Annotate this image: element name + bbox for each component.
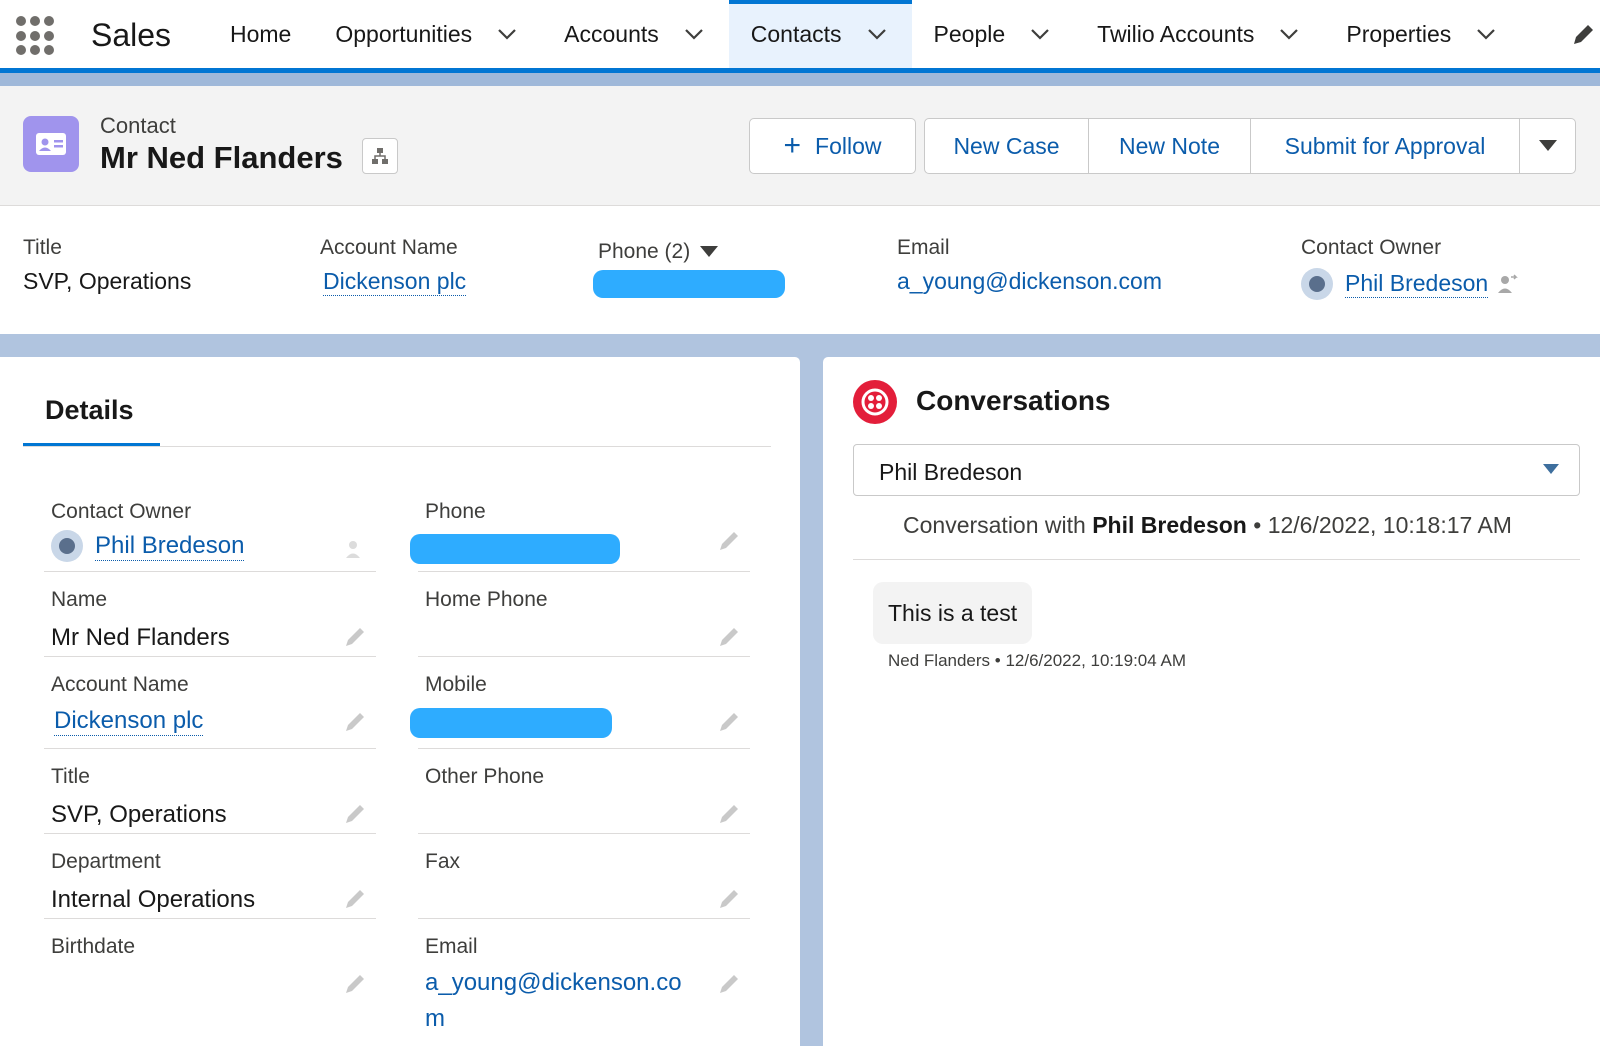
field-department: Department Internal Operations — [44, 834, 376, 919]
field-title: Title SVP, Operations — [44, 749, 376, 834]
app-name: Sales — [91, 17, 172, 53]
chevron-down-icon[interactable] — [1473, 21, 1499, 47]
chevron-down-icon[interactable] — [864, 21, 890, 47]
conversation-divider — [853, 559, 1580, 560]
hierarchy-icon — [372, 148, 388, 164]
more-actions-button[interactable] — [1519, 118, 1576, 174]
field-name: Name Mr Ned Flanders — [44, 572, 376, 657]
edit-pencil-icon[interactable] — [342, 971, 368, 997]
field-account-name: Account Name Dickenson plc — [44, 657, 376, 749]
redacted-phone — [593, 270, 785, 298]
follow-button[interactable]: + Follow — [749, 118, 916, 174]
chevron-down-icon[interactable] — [494, 21, 520, 47]
highlight-owner: Contact Owner Phil Bredeson — [1301, 236, 1519, 300]
nav-underline-band — [0, 68, 1600, 86]
submit-for-approval-button[interactable]: Submit for Approval — [1250, 118, 1520, 174]
app-launcher-icon[interactable] — [16, 16, 56, 56]
account-link[interactable]: Dickenson plc — [54, 707, 204, 736]
record-header: Contact Mr Ned Flanders + Follow New Cas… — [0, 86, 1600, 206]
chevron-down-icon[interactable] — [681, 21, 707, 47]
owner-link[interactable]: Phil Bredeson — [1345, 270, 1489, 298]
edit-pencil-icon[interactable] — [716, 971, 742, 997]
edit-pencil-icon[interactable] — [716, 709, 742, 735]
caret-down-icon — [700, 246, 719, 257]
conversation-meta: Conversation with Phil Bredeson • 12/6/2… — [903, 512, 1512, 538]
field-email: Email a_young@dickenson.co m — [418, 919, 750, 1046]
redacted-phone — [410, 534, 620, 564]
contact-card-icon — [23, 116, 79, 172]
chevron-down-icon[interactable] — [1276, 21, 1302, 47]
chevron-down-icon[interactable] — [1027, 21, 1053, 47]
change-owner-icon — [1498, 274, 1519, 293]
field-other-phone: Other Phone — [418, 749, 750, 834]
edit-pencil-icon[interactable] — [716, 801, 742, 827]
nav-item-twilio-accounts[interactable]: Twilio Accounts — [1075, 0, 1324, 68]
edit-pencil-icon[interactable] — [342, 709, 368, 735]
record-actions: + Follow New Case New Note Submit for Ap… — [749, 118, 1576, 174]
tab-divider — [23, 446, 771, 447]
details-card: Details Contact Owner Phil Bredeson Name… — [0, 357, 800, 1046]
tab-details[interactable]: Details — [23, 395, 160, 447]
nav-item-properties[interactable]: Properties — [1324, 0, 1521, 68]
email-link[interactable]: a_young@dickenson.co m — [425, 969, 682, 1033]
hierarchy-button[interactable] — [362, 138, 398, 174]
edit-pencil-icon[interactable] — [342, 624, 368, 650]
nav-item-opportunities[interactable]: Opportunities — [313, 0, 542, 68]
edit-pencil-icon[interactable] — [342, 886, 368, 912]
nav-item-contacts[interactable]: Contacts — [728, 0, 912, 68]
nav-item-accounts[interactable]: Accounts — [542, 0, 729, 68]
field-home-phone: Home Phone — [418, 572, 750, 657]
avatar — [1301, 268, 1333, 300]
email-link[interactable]: a_young@dickenson.com — [897, 268, 1162, 295]
conversation-user-select[interactable]: Phil Bredeson — [853, 444, 1580, 496]
caret-down-icon — [1538, 140, 1557, 151]
conversations-title: Conversations — [916, 385, 1111, 416]
edit-pencil-icon[interactable] — [342, 801, 368, 827]
message-bubble: This is a test — [873, 582, 1033, 644]
field-contact-owner: Contact Owner Phil Bredeson — [44, 484, 376, 572]
action-button-group: New Case New Note Submit for Approval — [924, 118, 1576, 174]
redacted-mobile — [410, 708, 612, 738]
highlight-title: Title SVP, Operations — [23, 236, 192, 294]
highlight-email: Email a_young@dickenson.com — [897, 236, 1163, 295]
twilio-logo-icon — [853, 380, 897, 424]
conversations-card: Conversations Phil Bredeson Conversation… — [823, 357, 1600, 1046]
global-nav: Sales Home Opportunities Accounts Contac… — [0, 0, 1600, 68]
edit-nav-pencil-icon[interactable] — [1570, 22, 1596, 48]
nav-item-people[interactable]: People — [912, 0, 1076, 68]
owner-link[interactable]: Phil Bredeson — [95, 532, 245, 561]
edit-pencil-icon[interactable] — [716, 624, 742, 650]
record-name: Mr Ned Flanders — [100, 140, 343, 175]
edit-pencil-icon[interactable] — [716, 886, 742, 912]
highlight-phone: Phone (2) — [598, 240, 719, 264]
caret-down-icon — [1543, 464, 1559, 474]
record-type-label: Contact — [100, 113, 176, 138]
field-fax: Fax — [418, 834, 750, 919]
nav-tabs: Home Opportunities Accounts Contacts Peo… — [208, 0, 1521, 68]
phone-dropdown[interactable]: Phone (2) — [598, 240, 719, 264]
plus-icon: + — [783, 129, 802, 162]
new-case-button[interactable]: New Case — [924, 118, 1089, 174]
nav-item-home[interactable]: Home — [208, 0, 313, 68]
field-mobile: Mobile — [410, 657, 750, 749]
new-note-button[interactable]: New Note — [1088, 118, 1251, 174]
field-birthdate: Birthdate — [44, 919, 376, 1007]
change-owner-icon — [346, 541, 360, 558]
account-link[interactable]: Dickenson plc — [323, 268, 467, 296]
message-meta: Ned Flanders • 12/6/2022, 10:19:04 AM — [888, 651, 1186, 670]
field-phone: Phone — [410, 484, 750, 572]
highlights-panel: Title SVP, Operations Account Name Dicke… — [0, 206, 1600, 334]
highlight-account: Account Name Dickenson plc — [320, 236, 467, 296]
avatar — [51, 530, 83, 562]
edit-pencil-icon[interactable] — [716, 528, 742, 554]
